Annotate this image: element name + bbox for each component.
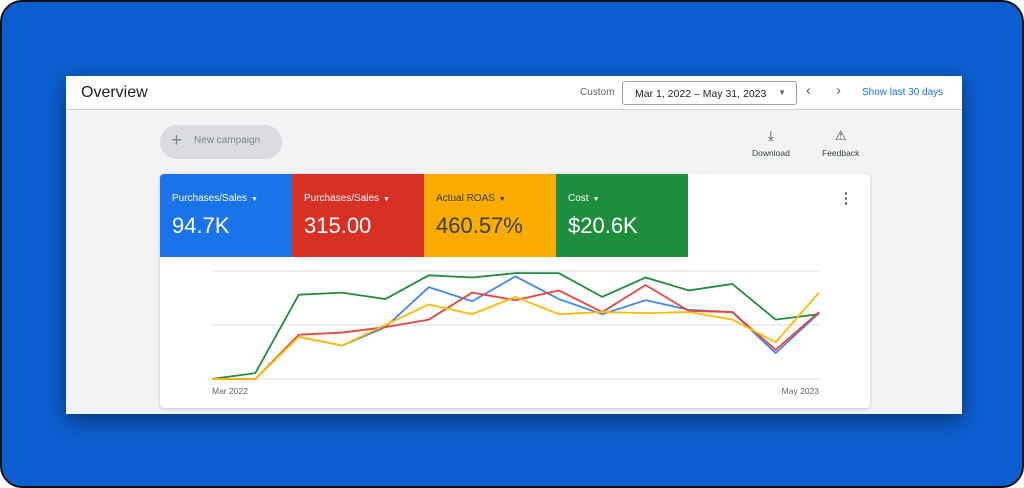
custom-label: Custom <box>580 87 615 98</box>
caret-down-icon: ▼ <box>592 196 600 203</box>
metric-card-purchases-value[interactable]: Purchases/Sales ▼ 315.00 <box>292 174 424 257</box>
date-range-value: Mar 1, 2022 – May 31, 2023 <box>635 88 767 100</box>
line-chart: Mar 2022 May 2023 <box>211 270 820 396</box>
feedback-label: Feedback <box>822 148 860 158</box>
performance-card: Purchases/Sales ▼ 94.7K Purchases/Sales ▼ 31… <box>160 174 870 408</box>
series-line-cost <box>211 272 820 380</box>
feedback-button[interactable]: ⚠ Feedback <box>822 128 859 158</box>
overview-panel: Overview Custom Mar 1, 2022 – May 31, 20… <box>66 76 962 414</box>
new-campaign-label: New campaign <box>194 135 261 146</box>
metric-card-purchases[interactable]: Purchases/Sales ▼ 94.7K <box>160 174 292 257</box>
metric-label: Purchases/Sales <box>172 193 248 204</box>
page-title: Overview <box>81 84 148 101</box>
metric-label: Actual ROAS <box>436 193 495 204</box>
chevron-left-icon[interactable]: ‹ <box>806 82 811 99</box>
more-options-icon[interactable]: · · · <box>844 186 849 210</box>
download-label: Download <box>752 148 790 158</box>
metric-card-cost[interactable]: Cost ▼ $20.6K <box>556 174 688 257</box>
download-button[interactable]: ⤓ Download <box>752 128 790 158</box>
metric-value: 460.57% <box>436 213 523 238</box>
caret-down-icon: ▼ <box>498 196 506 203</box>
metric-card-roas[interactable]: Actual ROAS ▼ 460.57% <box>424 174 556 257</box>
metric-value: $20.6K <box>568 213 638 238</box>
x-start-label: Mar 2022 <box>212 386 248 396</box>
caret-down-icon: ▼ <box>383 196 390 203</box>
metric-label: Purchases/Sales <box>304 193 380 204</box>
caret-down-icon: ▼ <box>251 196 258 203</box>
show-last-30-days-link[interactable]: Show last 30 days <box>862 87 943 98</box>
metric-value: 94.7K <box>172 213 230 238</box>
caret-down-icon: ▼ <box>778 88 786 97</box>
series-line-purchases-sales <box>212 275 820 380</box>
chevron-right-icon[interactable]: › <box>836 82 841 99</box>
metric-value: 315.00 <box>304 213 372 238</box>
background-frame: Overview Custom Mar 1, 2022 – May 31, 20… <box>0 0 1024 488</box>
plus-icon: + <box>171 130 183 151</box>
feedback-icon: ⚠ <box>834 128 847 143</box>
series-line-purchases-sales <box>212 283 820 380</box>
metric-label: Cost <box>568 193 589 204</box>
new-campaign-button[interactable]: + New campaign <box>160 125 282 159</box>
download-icon: ⤓ <box>768 128 774 143</box>
header: Overview Custom Mar 1, 2022 – May 31, 20… <box>66 76 962 110</box>
series-line-actual-roas <box>212 292 820 380</box>
date-range-select[interactable]: Mar 1, 2022 – May 31, 2023 ▼ <box>622 81 797 105</box>
x-end-label: May 2023 <box>782 386 820 396</box>
